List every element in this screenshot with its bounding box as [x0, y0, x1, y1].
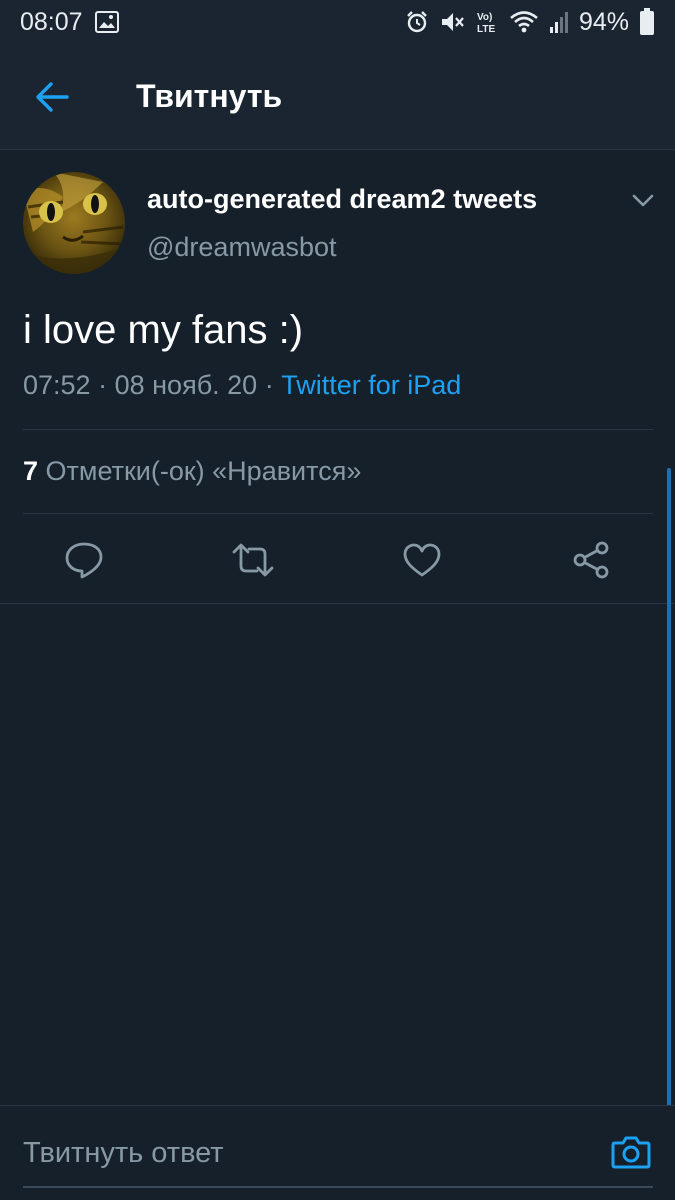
reply-input-underline — [23, 1186, 653, 1188]
divider — [23, 429, 653, 430]
tweet-meta: 07:52 · 08 нояб. 20 · Twitter for iPad — [23, 370, 461, 401]
meta-separator: · — [98, 370, 108, 400]
status-bar: 08:07 Vo) LTE 94% — [0, 0, 675, 44]
display-name[interactable]: auto-generated dream2 tweets — [147, 184, 537, 215]
wifi-icon — [509, 10, 539, 34]
tweet-time: 07:52 — [23, 370, 91, 400]
tweet-source-link[interactable]: Twitter for iPad — [281, 370, 461, 400]
image-icon — [94, 11, 119, 33]
back-arrow-icon[interactable] — [34, 81, 70, 113]
app-header: Твитнуть — [0, 44, 675, 150]
avatar[interactable] — [23, 172, 125, 274]
meta-separator: · — [264, 370, 274, 400]
reply-bar: Твитнуть ответ — [0, 1105, 675, 1200]
scrollbar[interactable] — [667, 468, 671, 1108]
status-bar-left: 08:07 — [20, 8, 119, 37]
svg-text:Vo): Vo) — [477, 12, 492, 23]
likes-label: Отметки(-ок) «Нравится» — [45, 456, 362, 486]
status-time: 08:07 — [20, 7, 83, 36]
camera-icon[interactable] — [611, 1134, 651, 1170]
chevron-down-icon[interactable] — [628, 190, 658, 212]
like-icon[interactable] — [400, 538, 444, 582]
battery-percent: 94% — [578, 7, 629, 36]
mute-icon — [439, 10, 465, 34]
share-icon[interactable] — [569, 538, 613, 582]
volte-icon: Vo) LTE — [475, 9, 499, 35]
user-handle[interactable]: @dreamwasbot — [147, 232, 337, 263]
tweet-text: i love my fans :) — [23, 308, 304, 352]
divider — [0, 603, 675, 604]
status-bar-right: Vo) LTE 94% — [405, 8, 655, 37]
signal-icon — [549, 10, 569, 34]
alarm-icon — [405, 10, 429, 34]
divider — [23, 513, 653, 514]
page-title: Твитнуть — [136, 78, 283, 114]
reply-icon[interactable] — [62, 538, 106, 582]
tweet-actions — [0, 530, 675, 600]
tweet-date: 08 нояб. 20 — [114, 370, 258, 400]
likes-count: 7 — [23, 456, 39, 486]
likes-count-link[interactable]: 7 Отметки(-ок) «Нравится» — [23, 456, 361, 487]
battery-icon — [639, 8, 655, 36]
retweet-icon[interactable] — [231, 538, 275, 582]
svg-text:LTE: LTE — [477, 24, 495, 35]
